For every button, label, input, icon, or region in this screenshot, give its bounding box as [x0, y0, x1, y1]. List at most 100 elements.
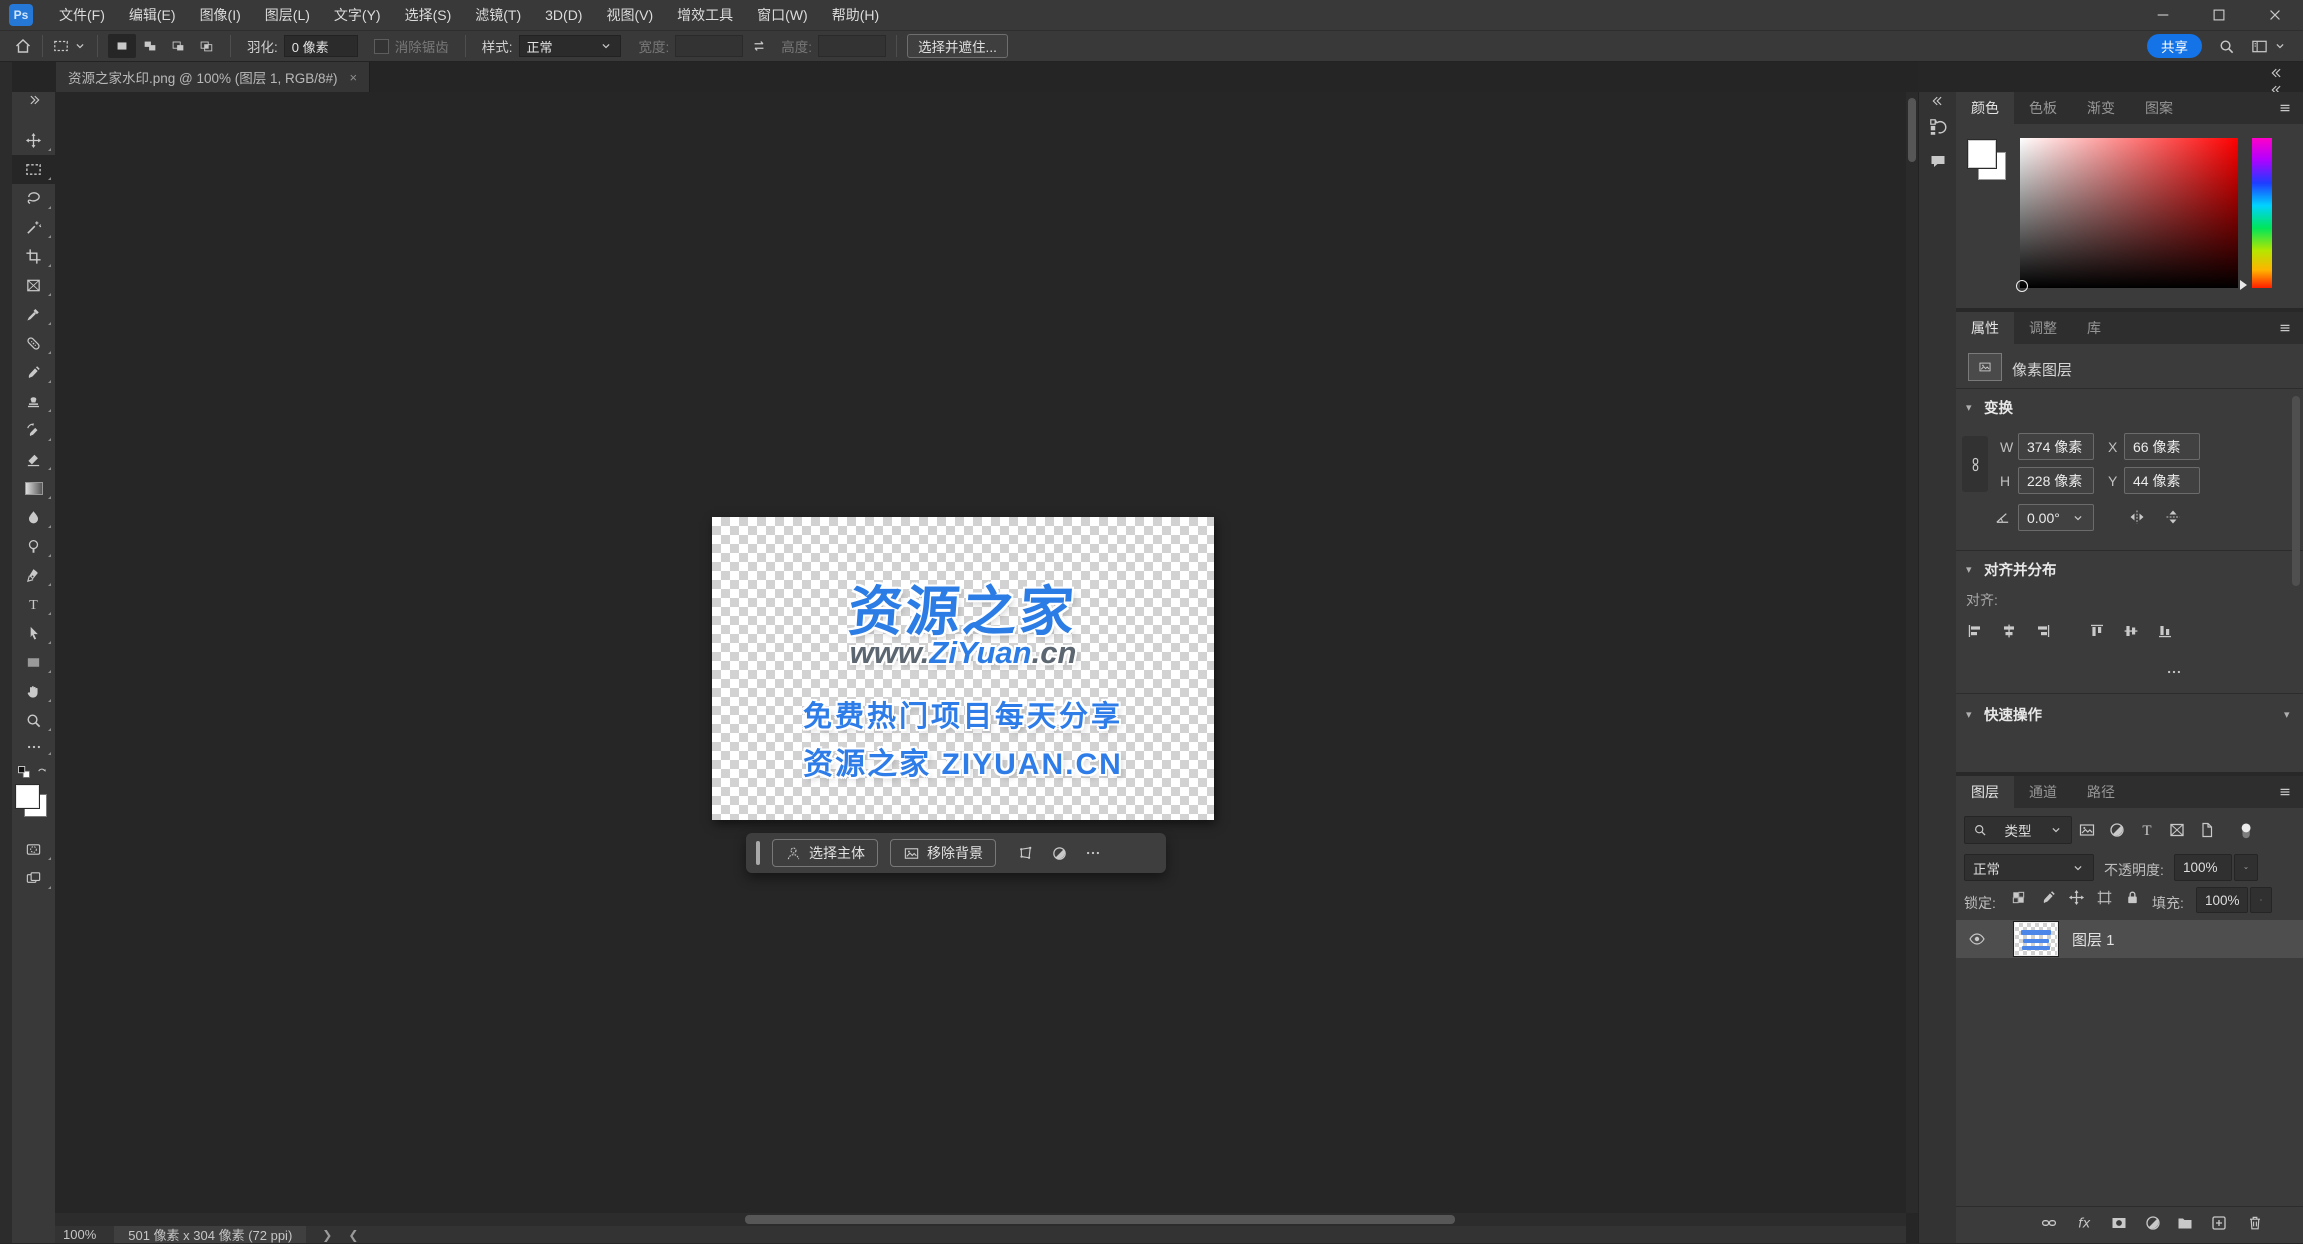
toolbar-collapse-button[interactable] [12, 92, 55, 108]
align-bottom-button[interactable] [2156, 622, 2174, 640]
x-input[interactable]: 66 像素 [2124, 433, 2200, 460]
feather-input[interactable]: 0 像素 [283, 35, 358, 57]
collapse-chevron-icon[interactable]: ▾ [1966, 563, 1972, 576]
tool-rectangular-marquee[interactable] [12, 155, 55, 184]
default-colors-button[interactable] [17, 765, 31, 779]
lock-position-button[interactable] [2068, 889, 2085, 906]
tool-eraser[interactable] [12, 445, 55, 474]
collapse-chevron-icon[interactable]: ▾ [1966, 708, 1972, 721]
panel-menu-button[interactable] [2277, 312, 2303, 344]
filter-type-layers-button[interactable] [2138, 821, 2156, 839]
swap-colors-button[interactable] [36, 765, 50, 779]
tab-adjustments[interactable]: 调整 [2014, 312, 2072, 344]
tool-eyedropper[interactable] [12, 300, 55, 329]
tool-path-selection[interactable] [12, 619, 55, 648]
align-center-v-button[interactable] [2122, 622, 2140, 640]
hue-slider[interactable] [2252, 138, 2272, 288]
fill-input[interactable]: 100% [2196, 887, 2248, 913]
horizontal-scroll-thumb[interactable] [745, 1215, 1455, 1224]
select-subject-button[interactable]: 选择主体 [772, 839, 878, 867]
scroll-down-chevron-icon[interactable]: ▾ [2284, 708, 2290, 721]
menu-type[interactable]: 文字(Y) [322, 0, 393, 30]
tab-color[interactable]: 颜色 [1956, 92, 2014, 124]
layer-visibility-toggle[interactable] [1968, 930, 1986, 948]
tool-dodge[interactable] [12, 532, 55, 561]
tool-zoom[interactable] [12, 706, 55, 735]
search-button[interactable] [2218, 38, 2235, 55]
foreground-background-swatches[interactable] [12, 783, 55, 827]
panel-collapse-button[interactable] [1919, 92, 1957, 110]
foreground-color-swatch[interactable] [1967, 139, 1997, 169]
menu-plugins[interactable]: 增效工具 [665, 0, 745, 30]
select-and-mask-button[interactable]: 选择并遮住... [907, 34, 1008, 58]
taskbar-drag-handle[interactable] [756, 841, 760, 865]
flip-vertical-button[interactable] [2164, 508, 2182, 526]
tool-move[interactable] [12, 126, 55, 155]
filter-smart-objects-button[interactable] [2198, 821, 2216, 839]
opacity-input[interactable]: 100% [2174, 854, 2232, 881]
opacity-dropdown-button[interactable] [2234, 854, 2258, 881]
fill-dropdown-button[interactable] [2250, 887, 2272, 913]
lock-all-button[interactable] [2124, 889, 2141, 906]
menu-help[interactable]: 帮助(H) [820, 0, 891, 30]
canvas-horizontal-scrollbar[interactable] [55, 1213, 1906, 1226]
zoom-level[interactable]: 100% [63, 1227, 96, 1242]
filter-pixel-layers-button[interactable] [2078, 821, 2096, 839]
new-adjustment-layer-button[interactable] [2144, 1214, 2162, 1232]
tool-object-selection[interactable] [12, 213, 55, 242]
home-button[interactable] [14, 37, 32, 55]
lock-transparency-button[interactable] [2010, 889, 2027, 906]
workspace-switcher[interactable] [2251, 38, 2287, 55]
blend-mode-dropdown[interactable]: 正常 [1964, 854, 2094, 881]
close-button[interactable] [2247, 0, 2303, 30]
tool-clone-stamp[interactable] [12, 387, 55, 416]
menu-file[interactable]: 文件(F) [47, 0, 117, 30]
menu-edit[interactable]: 编辑(E) [117, 0, 188, 30]
adjustment-button[interactable] [1042, 840, 1076, 866]
vertical-scroll-thumb[interactable] [1908, 98, 1916, 162]
delete-layer-button[interactable] [2246, 1214, 2264, 1232]
filter-toggle-switch[interactable] [2236, 814, 2256, 848]
lock-pixels-button[interactable] [2040, 889, 2057, 906]
document-tab[interactable]: 资源之家水印.png @ 100% (图层 1, RGB/8#) × [56, 62, 371, 92]
canvas-area[interactable]: 资源之家 www.ZiYuan.cn 免费热门项目每天分享 资源之家 ZIYUA… [55, 92, 1906, 1213]
tab-paths[interactable]: 路径 [2072, 776, 2130, 808]
history-panel-button[interactable] [1919, 110, 1957, 144]
comments-panel-button[interactable] [1919, 144, 1957, 178]
hue-slider-arrow[interactable] [2240, 280, 2247, 290]
layer-thumbnail[interactable] [2013, 921, 2059, 957]
panel-menu-button[interactable] [2277, 776, 2303, 808]
menu-select[interactable]: 选择(S) [393, 0, 464, 30]
color-field-selector[interactable] [2016, 280, 2028, 292]
tool-hand[interactable] [12, 677, 55, 706]
document-image[interactable]: 资源之家 www.ZiYuan.cn 免费热门项目每天分享 资源之家 ZIYUA… [712, 517, 1214, 820]
width-input[interactable] [675, 35, 744, 57]
add-mask-button[interactable] [2110, 1214, 2128, 1232]
anti-alias-checkbox[interactable]: 消除锯齿 [373, 36, 455, 56]
tool-history-brush[interactable] [12, 416, 55, 445]
transform-button[interactable] [1008, 840, 1042, 866]
tool-crop[interactable] [12, 242, 55, 271]
align-right-button[interactable] [2034, 622, 2052, 640]
selection-mode-intersect[interactable] [192, 34, 220, 58]
menu-window[interactable]: 窗口(W) [745, 0, 820, 30]
align-top-button[interactable] [2088, 622, 2106, 640]
layer-style-button[interactable] [2076, 1214, 2094, 1232]
align-center-h-button[interactable] [2000, 622, 2018, 640]
selection-mode-new[interactable] [108, 34, 136, 58]
menu-view[interactable]: 视图(V) [594, 0, 665, 30]
remove-background-button[interactable]: 移除背景 [890, 839, 996, 867]
quick-mask-button[interactable] [12, 835, 55, 864]
screen-mode-button[interactable] [12, 864, 55, 893]
tool-blur[interactable] [12, 503, 55, 532]
tab-properties[interactable]: 属性 [1956, 312, 2014, 344]
rotation-input[interactable]: 0.00° [2018, 504, 2094, 531]
tab-layers[interactable]: 图层 [1956, 776, 2014, 808]
tab-channels[interactable]: 通道 [2014, 776, 2072, 808]
width-input[interactable]: 374 像素 [2018, 433, 2094, 460]
tab-gradients[interactable]: 渐变 [2072, 92, 2130, 124]
new-group-button[interactable] [2176, 1214, 2194, 1232]
more-options-button[interactable] [1076, 840, 1110, 866]
canvas-vertical-scrollbar[interactable] [1906, 92, 1918, 1213]
tool-gradient[interactable] [12, 474, 55, 503]
